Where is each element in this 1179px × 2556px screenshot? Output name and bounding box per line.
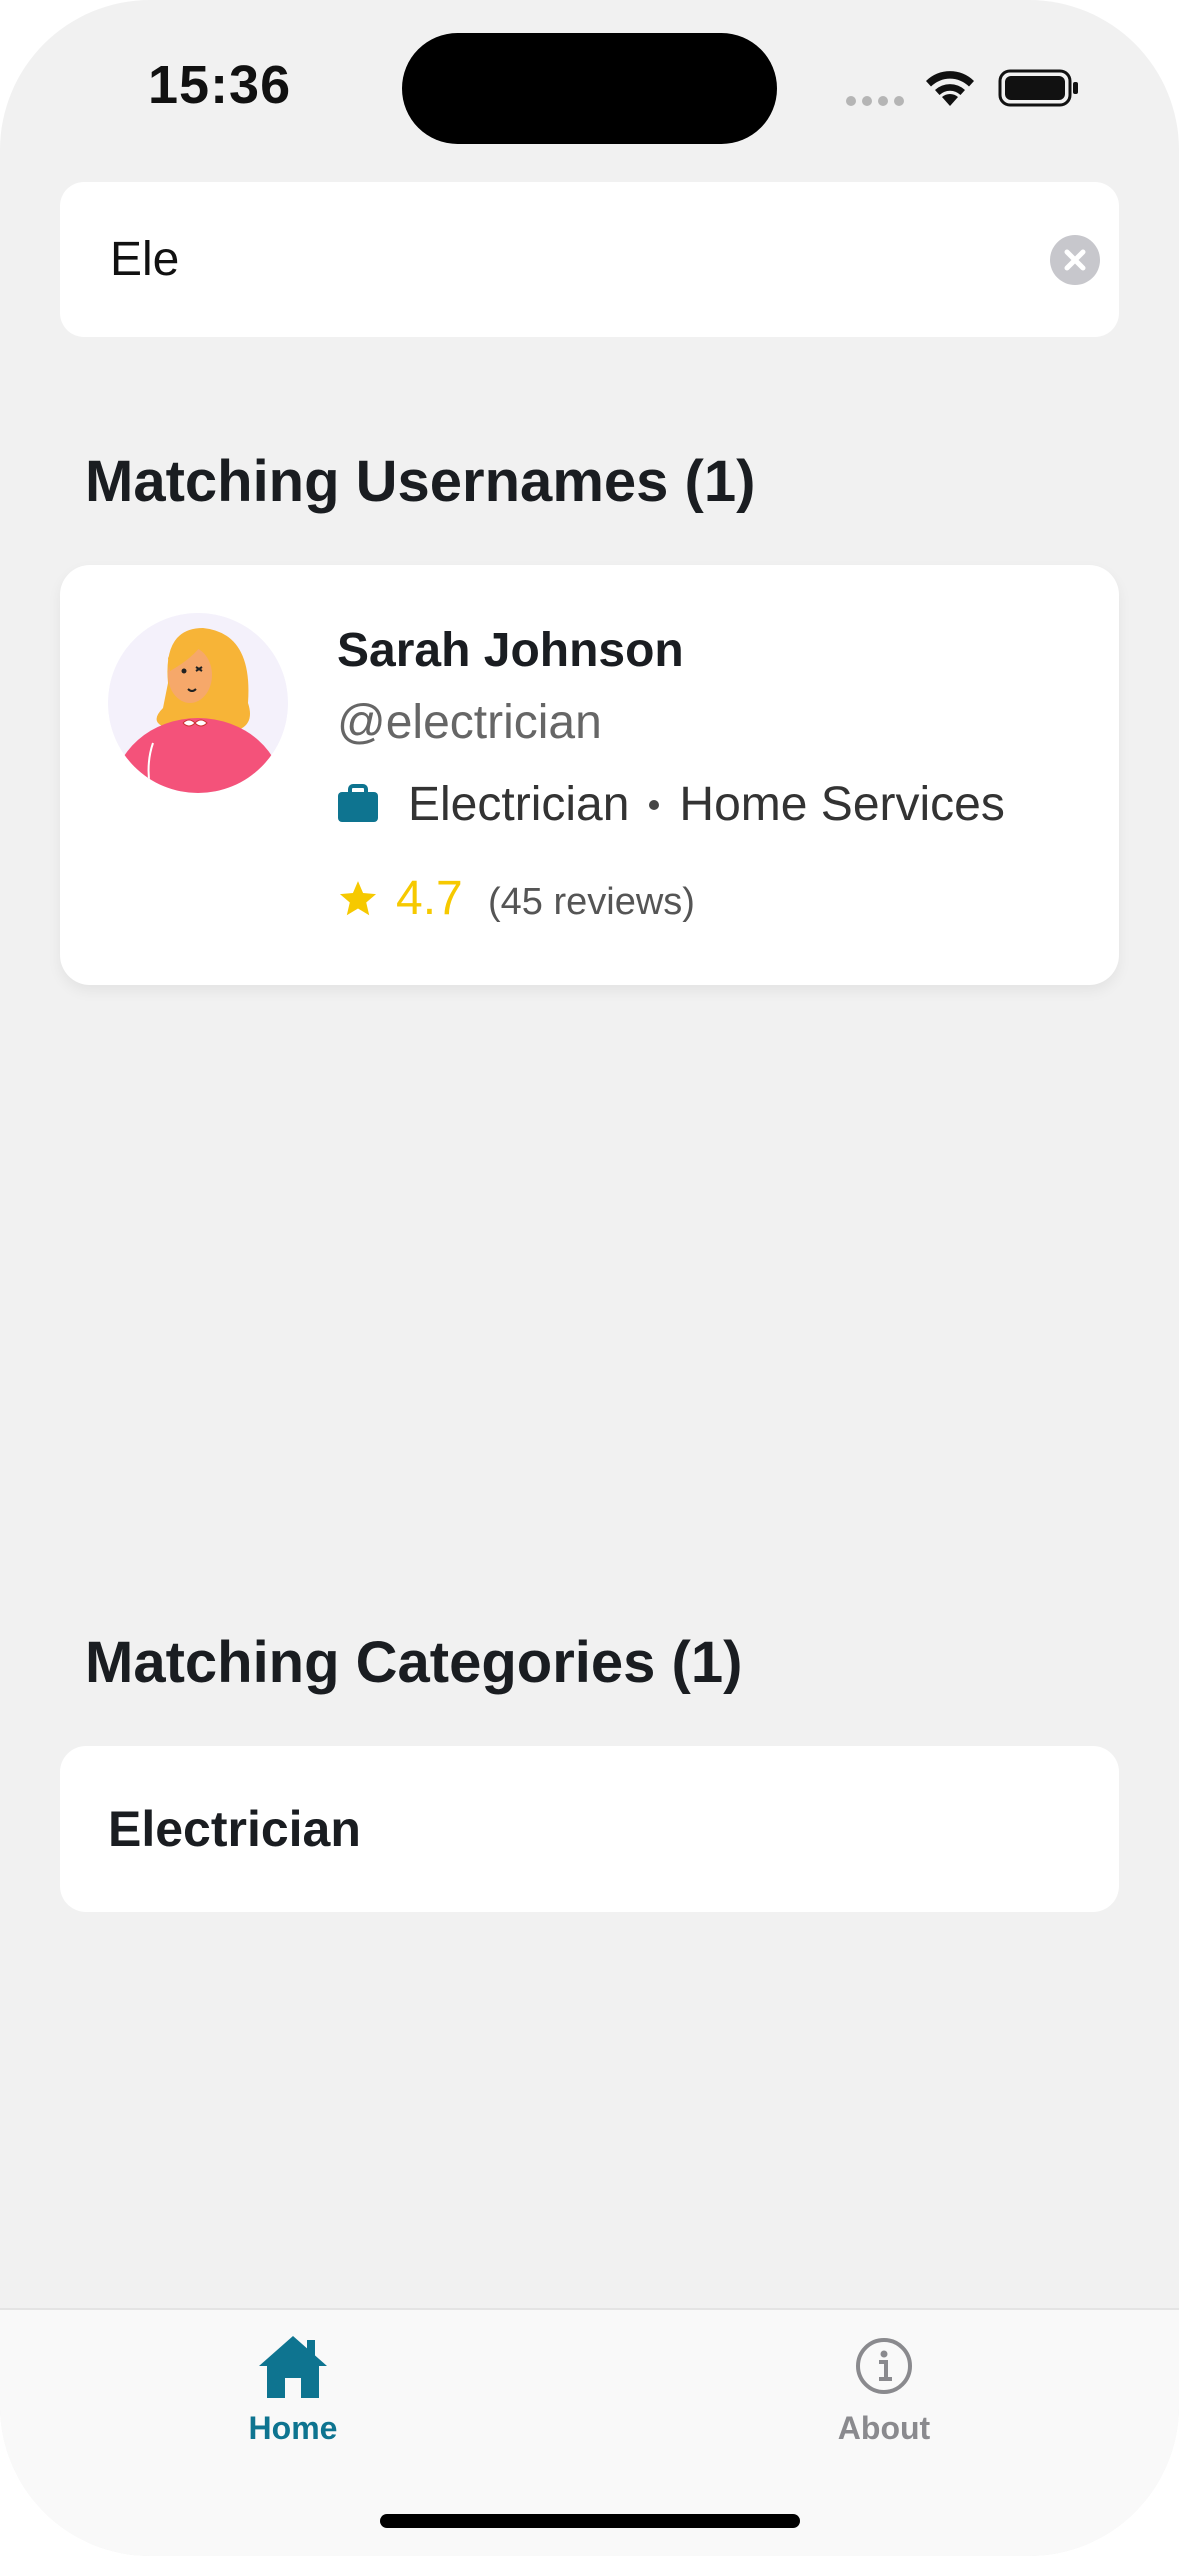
search-bar <box>60 182 1119 337</box>
tab-about-label: About <box>837 2410 931 2446</box>
tab-home-label: Home <box>248 2410 338 2446</box>
separator-dot <box>649 799 660 810</box>
user-result-card[interactable]: Sarah Johnson @electrician Electrician H… <box>60 565 1119 985</box>
battery-icon <box>998 69 1078 107</box>
user-name: Sarah Johnson <box>337 624 684 677</box>
matching-usernames-heading: Matching Usernames (1) <box>85 449 756 514</box>
matching-categories-heading: Matching Categories (1) <box>85 1630 743 1695</box>
info-icon <box>856 2338 912 2394</box>
dynamic-island <box>402 33 777 144</box>
user-profession: Electrician <box>408 778 630 831</box>
user-review-count: (45 reviews) <box>488 881 695 923</box>
app-screen: 15:36 Matching Usernames (1) <box>0 0 1179 2556</box>
search-input[interactable] <box>108 182 1008 337</box>
user-rating: 4.7 <box>396 872 463 925</box>
user-profession-line: Electrician Home Services <box>408 777 1005 832</box>
tab-home[interactable]: Home <box>193 2310 393 2470</box>
home-indicator[interactable] <box>380 2514 800 2528</box>
avatar-illustration <box>108 613 288 793</box>
briefcase-icon <box>338 784 378 822</box>
user-handle: @electrician <box>337 696 602 749</box>
wifi-icon <box>926 71 974 106</box>
category-label: Electrician <box>108 1801 361 1857</box>
status-time: 15:36 <box>148 55 292 115</box>
cellular-signal-icon <box>846 96 906 108</box>
tab-about[interactable]: About <box>784 2310 984 2470</box>
clear-search-icon[interactable] <box>1050 235 1100 285</box>
user-category: Home Services <box>679 778 1005 831</box>
category-result-card[interactable]: Electrician <box>60 1746 1119 1912</box>
x-mark-icon <box>1064 249 1086 271</box>
star-icon <box>339 881 377 916</box>
avatar <box>108 613 288 793</box>
home-icon <box>259 2336 327 2398</box>
